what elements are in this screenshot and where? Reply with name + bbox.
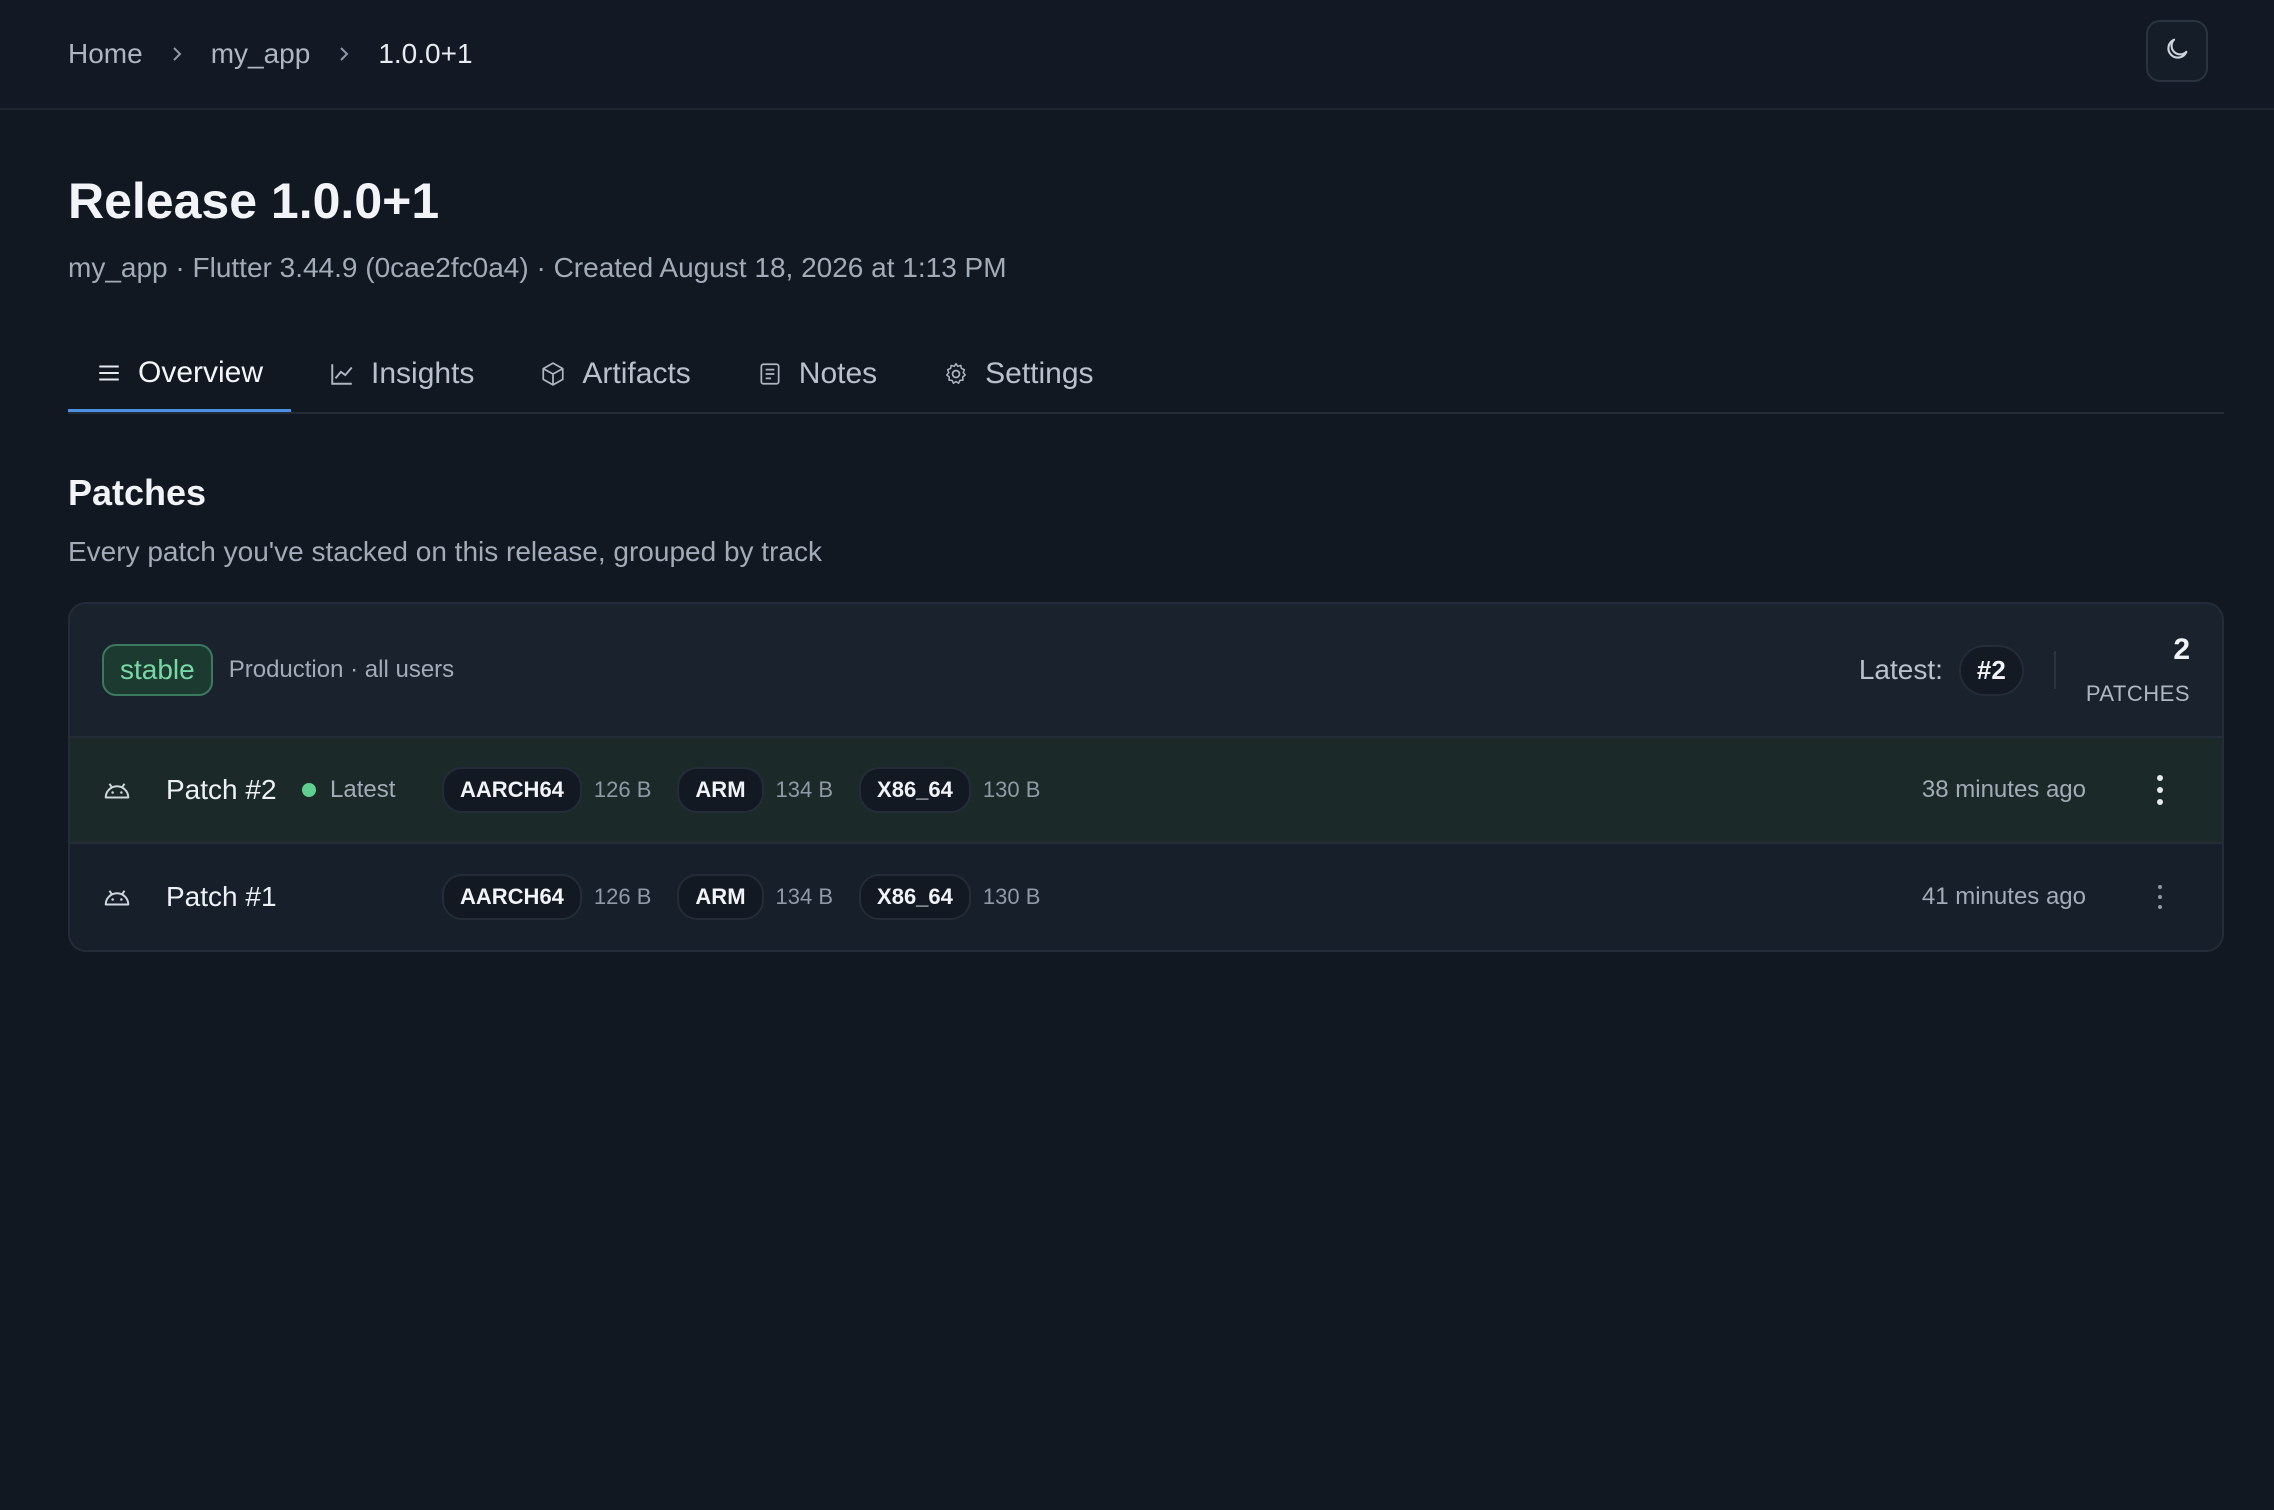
chart-icon: [329, 360, 357, 388]
patch-count-value: 2: [2173, 633, 2190, 666]
arch-size: 130 B: [982, 884, 1041, 909]
android-icon: [102, 773, 136, 807]
tab-insights[interactable]: Insights: [301, 336, 502, 412]
chevron-right-icon: [157, 34, 197, 74]
theme-toggle-button[interactable]: [2146, 20, 2208, 82]
divider: [2053, 651, 2056, 689]
tab-label: Artifacts: [582, 357, 691, 390]
arch-badge: AARCH64: [442, 767, 582, 813]
moon-icon: [2163, 35, 2191, 68]
arch-size: 126 B: [593, 884, 652, 909]
breadcrumb-release: 1.0.0+1: [378, 38, 473, 69]
patch-time: 38 minutes ago: [1921, 776, 2086, 803]
android-icon: [102, 880, 136, 914]
arch-badge: AARCH64: [442, 874, 582, 920]
tab-notes[interactable]: Notes: [729, 336, 905, 412]
arch-badge: ARM: [677, 874, 764, 920]
arch-size: 126 B: [593, 777, 652, 802]
release-meta: my_app · Flutter 3.44.9 (0cae2fc0a4) · C…: [68, 252, 1007, 283]
tab-settings[interactable]: Settings: [915, 336, 1121, 412]
patch-name: Patch #1: [166, 881, 277, 912]
tab-overview[interactable]: Overview: [68, 336, 292, 412]
latest-tag-label: Latest: [330, 776, 396, 803]
tab-label: Settings: [985, 357, 1094, 390]
patch-count-label: PATCHES: [2085, 681, 2190, 706]
patch-count: 2 PATCHES: [2086, 633, 2190, 707]
arch-badge: X86_64: [859, 767, 971, 813]
notes-icon: [757, 360, 785, 388]
breadcrumb-home[interactable]: Home: [68, 38, 143, 70]
patches-title: Patches: [68, 472, 207, 513]
box-icon: [540, 360, 568, 388]
arch-badge: X86_64: [859, 874, 971, 920]
latest-tag: Latest: [302, 776, 432, 804]
tab-label: Notes: [798, 357, 878, 390]
patch-name: Patch #2: [166, 774, 277, 805]
breadcrumb-app[interactable]: my_app: [211, 38, 311, 70]
tab-bar: Overview Insights Artifacts Notes Settin…: [68, 336, 2224, 414]
patch-row[interactable]: Patch #2 Latest AARCH64 126 B ARM 134 B …: [70, 738, 2222, 844]
patches-subtitle: Every patch you've stacked on this relea…: [68, 536, 822, 567]
arch-size: 134 B: [775, 777, 834, 802]
arch-list: AARCH64 126 B ARM 134 B X86_64 130 B: [442, 874, 1066, 920]
track-description: Production · all users: [228, 656, 455, 683]
arch-size: 130 B: [982, 777, 1041, 802]
chevron-right-icon: [324, 34, 364, 74]
arch-size: 134 B: [775, 884, 834, 909]
status-dot: [302, 783, 316, 797]
track-card: stable Production · all users Latest: #2…: [68, 602, 2224, 952]
menu-icon: [96, 359, 124, 387]
top-bar: Home my_app 1.0.0+1: [0, 0, 2274, 110]
latest-patch-pill: #2: [1958, 644, 2024, 696]
tab-label: Insights: [371, 357, 475, 390]
arch-badge: ARM: [677, 767, 764, 813]
patch-time: 41 minutes ago: [1921, 883, 2086, 910]
tab-label: Overview: [138, 355, 264, 389]
latest-label: Latest:: [1858, 654, 1943, 685]
main-content: Release 1.0.0+1 my_app · Flutter 3.44.9 …: [0, 172, 2274, 952]
page-title: Release 1.0.0+1: [68, 173, 440, 229]
more-vertical-icon[interactable]: [2150, 770, 2170, 810]
track-header: stable Production · all users Latest: #2…: [70, 604, 2222, 738]
gear-icon: [943, 360, 971, 388]
tab-artifacts[interactable]: Artifacts: [512, 336, 718, 412]
more-vertical-icon[interactable]: [2150, 877, 2170, 917]
track-badge: stable: [102, 644, 213, 696]
arch-list: AARCH64 126 B ARM 134 B X86_64 130 B: [442, 767, 1066, 813]
patch-row[interactable]: Patch #1 AARCH64 126 B ARM 134 B X86_64 …: [70, 844, 2222, 950]
